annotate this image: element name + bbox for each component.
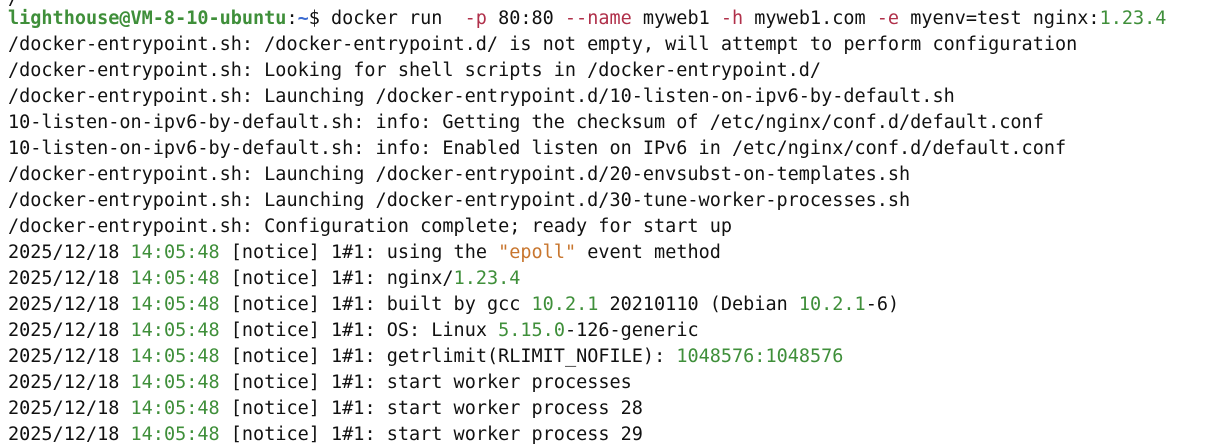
log-pid: 1#1: [331, 242, 376, 263]
log-date: 2025/12/18 [8, 398, 120, 419]
command-exec: docker run [331, 8, 465, 29]
output-line: /docker-entrypoint.sh: Looking for shell… [8, 60, 822, 81]
command-flag-name: --name [564, 8, 632, 29]
prompt-colon: : [286, 8, 298, 29]
command-line: lighthouse@VM-8-10-ubuntu:~$ docker run … [8, 6, 1166, 32]
log-text: : [654, 346, 677, 367]
log-time: 14:05:48 [130, 424, 220, 445]
terminal-output: / lighthouse@VM-8-10-ubuntu:~$ docker ru… [8, 0, 1166, 447]
output-line: /docker-entrypoint.sh: Launching /docker… [8, 164, 911, 185]
log-text: -126-generic [564, 320, 699, 341]
log-text-number: 10.2.1 [798, 294, 866, 315]
log-level: [notice] [230, 268, 320, 289]
log-level: [notice] [230, 294, 320, 315]
prompt-path: ~ [297, 8, 309, 29]
log-line: 2025/12/18 14:05:48 [notice] 1#1: nginx/… [8, 266, 1166, 292]
command-flag-p: -p [464, 8, 487, 29]
log-text-number: 1.23.4 [453, 268, 521, 289]
log-level: [notice] [230, 372, 320, 393]
log-text-highlight: "epoll" [498, 242, 577, 263]
log-level: [notice] [230, 242, 320, 263]
prompt-user-host: lighthouse@VM-8-10-ubuntu [8, 8, 287, 29]
log-line: 2025/12/18 14:05:48 [notice] 1#1: getrli… [8, 344, 1166, 370]
log-time: 14:05:48 [130, 398, 220, 419]
command-flag-h: -h [720, 8, 744, 29]
log-text: start worker process 28 [375, 398, 643, 419]
log-level: [notice] [230, 424, 320, 445]
log-time: 14:05:48 [130, 320, 220, 341]
log-pid: 1#1: [331, 268, 376, 289]
log-line: 2025/12/18 14:05:48 [notice] 1#1: start … [8, 422, 1166, 447]
command-name: myweb1 [631, 8, 721, 29]
log-time: 14:05:48 [130, 346, 220, 367]
log-pid: 1#1: [331, 320, 376, 341]
log-pid: 1#1: [331, 398, 376, 419]
output-line: /docker-entrypoint.sh: /docker-entrypoin… [8, 34, 1078, 55]
log-line: 2025/12/18 14:05:48 [notice] 1#1: OS: Li… [8, 318, 1166, 344]
log-text: OS: Linux [375, 320, 499, 341]
log-date: 2025/12/18 [8, 424, 120, 445]
log-pid: 1#1: [331, 424, 376, 445]
log-text: (RLIMIT_NOFILE) [486, 346, 655, 367]
log-level: [notice] [230, 398, 320, 419]
log-text-number: 10.2.1 [531, 294, 599, 315]
output-line: /docker-entrypoint.sh: Launching /docker… [8, 190, 911, 211]
log-text-number: 1048576:1048576 [676, 346, 844, 367]
log-text: ) [887, 294, 900, 315]
log-date: 2025/12/18 [8, 346, 120, 367]
log-level: [notice] [230, 320, 320, 341]
log-text-number: 5.15.0 [498, 320, 565, 341]
log-text: 20210110 [598, 294, 710, 315]
log-date: 2025/12/18 [8, 294, 120, 315]
log-text: built by gcc [375, 294, 532, 315]
prompt-symbol: $ [308, 8, 332, 29]
log-time: 14:05:48 [130, 294, 220, 315]
output-line: /docker-entrypoint.sh: Configuration com… [8, 216, 732, 237]
log-date: 2025/12/18 [8, 242, 120, 263]
log-pid: 1#1: [331, 294, 376, 315]
log-date: 2025/12/18 [8, 372, 120, 393]
log-time: 14:05:48 [130, 372, 220, 393]
log-text: start worker process 29 [375, 424, 643, 445]
log-line: 2025/12/18 14:05:48 [notice] 1#1: start … [8, 396, 1166, 422]
output-line: 10-listen-on-ipv6-by-default.sh: info: E… [8, 138, 1067, 159]
log-text: event method [576, 242, 721, 263]
log-pid: 1#1: [331, 372, 376, 393]
log-time: 14:05:48 [130, 242, 220, 263]
terminal-window[interactable]: / lighthouse@VM-8-10-ubuntu:~$ docker ru… [0, 0, 1218, 447]
command-host: myweb1.com [743, 8, 877, 29]
command-flag-e: -e [876, 8, 900, 29]
log-text: using the [375, 242, 499, 263]
log-time: 14:05:48 [130, 268, 220, 289]
command-env: myenv=test nginx: [899, 8, 1100, 29]
log-text: start worker processes [375, 372, 632, 393]
log-line: 2025/12/18 14:05:48 [notice] 1#1: built … [8, 292, 1166, 318]
command-port: 80:80 [486, 8, 565, 29]
log-line: 2025/12/18 14:05:48 [notice] 1#1: using … [8, 240, 1166, 266]
output-line: /docker-entrypoint.sh: Launching /docker… [8, 86, 955, 107]
log-pid: 1#1: [331, 346, 376, 367]
log-date: 2025/12/18 [8, 268, 120, 289]
log-text: getrlimit [375, 346, 487, 367]
log-level: [notice] [230, 346, 320, 367]
log-line: 2025/12/18 14:05:48 [notice] 1#1: start … [8, 370, 1166, 396]
output-line: 10-listen-on-ipv6-by-default.sh: info: G… [8, 112, 1044, 133]
log-date: 2025/12/18 [8, 320, 120, 341]
log-text: nginx/ [375, 268, 454, 289]
log-text: (Debian [709, 294, 799, 315]
log-text: -6 [865, 294, 888, 315]
command-tag: 1.23.4 [1099, 8, 1167, 29]
